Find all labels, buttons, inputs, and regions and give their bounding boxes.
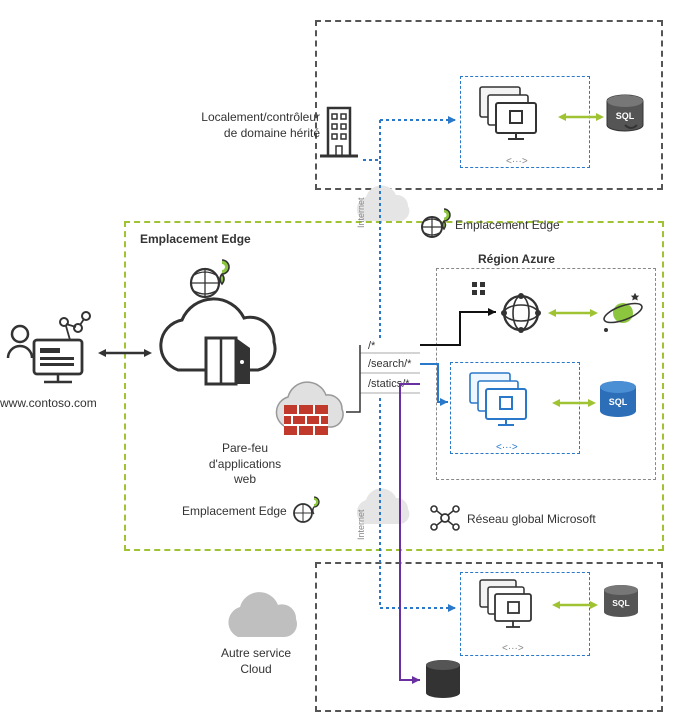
architecture-diagram: Localement/contrôleur de domaine hérité … bbox=[0, 0, 678, 720]
connectors bbox=[0, 0, 678, 720]
